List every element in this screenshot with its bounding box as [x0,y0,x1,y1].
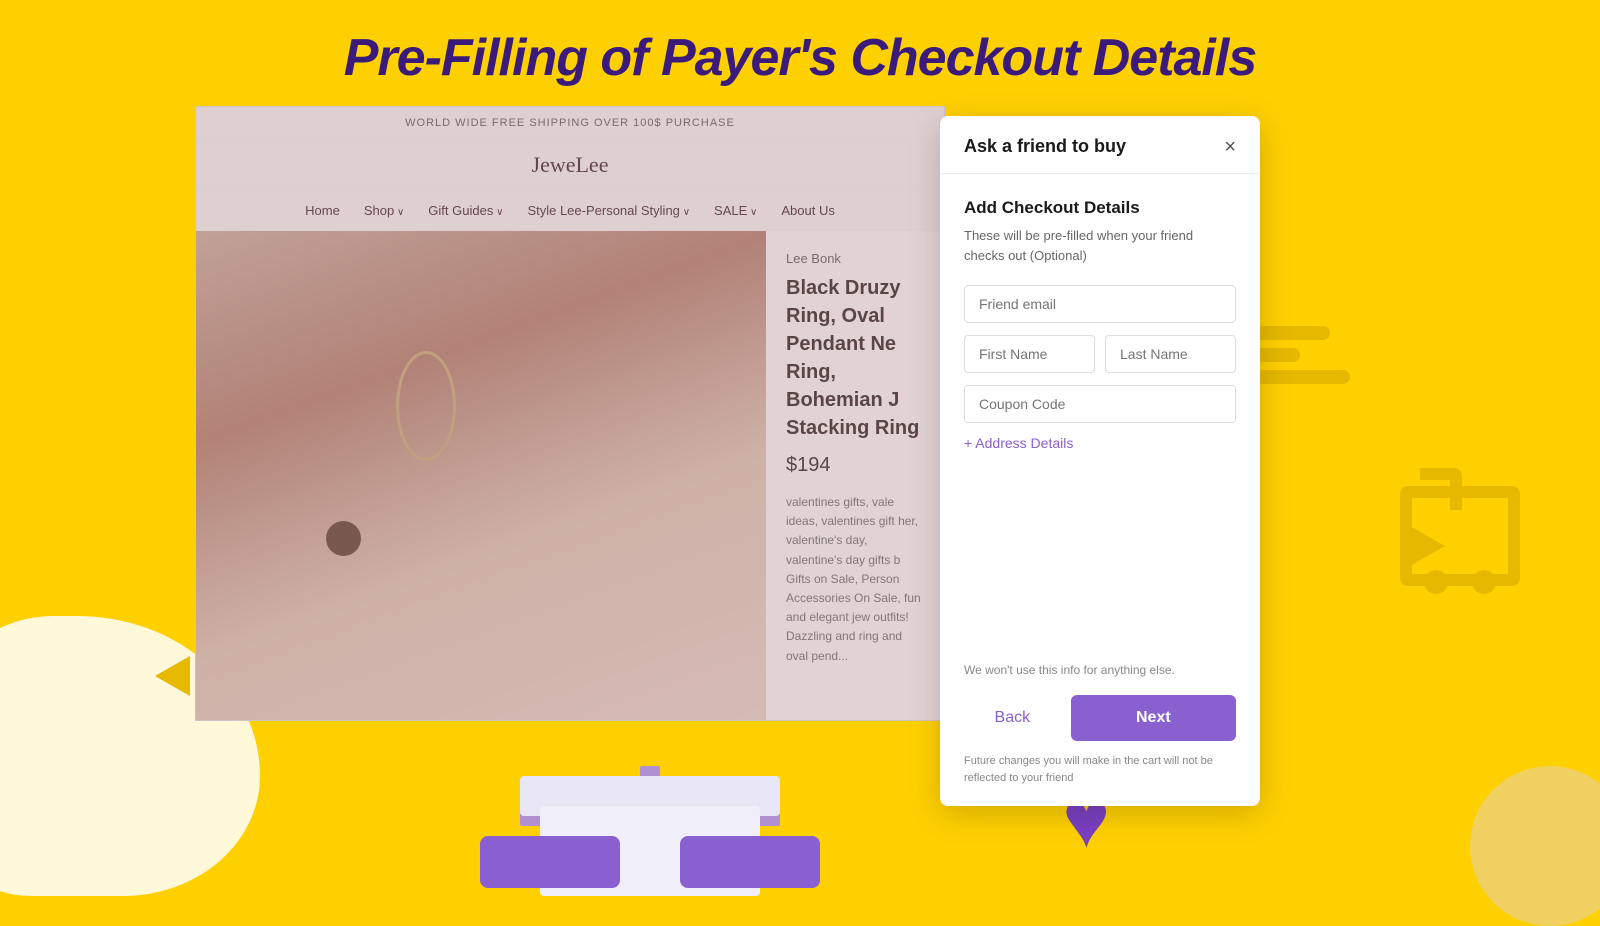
shop-banner: WORLD WIDE FREE SHIPPING OVER 100$ PURCH… [196,107,944,140]
cart-body [1400,486,1520,586]
friend-email-group [964,285,1236,323]
product-title: Black Druzy Ring, Oval Pendant Ne Ring, … [786,274,924,442]
nav-about: About Us [781,203,834,218]
name-row [964,335,1236,373]
nav-shop: Shop [364,203,404,218]
deco-gift-button-1 [480,836,620,888]
back-button[interactable]: Back [964,695,1061,741]
privacy-note: We won't use this info for anything else… [964,662,1236,679]
modal-footer: We won't use this info for anything else… [940,662,1260,806]
modal-close-button[interactable]: × [1224,137,1236,157]
nav-gift-guides: Gift Guides [428,203,503,218]
shop-nav: Home Shop Gift Guides Style Lee-Personal… [196,191,944,231]
deco-arrow-left [155,656,190,696]
jewelry-oval [396,351,456,461]
deco-circle-br [1470,766,1600,926]
modal-header: Ask a friend to buy × [940,116,1260,174]
deco-cart [1400,486,1520,586]
section-subtitle: These will be pre-filled when your frien… [964,226,1236,265]
nav-style-lee: Style Lee-Personal Styling [527,203,690,218]
page-title: Pre-Filling of Payer's Checkout Details [0,0,1600,106]
product-brand: Lee Bonk [786,251,924,266]
first-name-input[interactable] [964,335,1095,373]
shop-screenshot: WORLD WIDE FREE SHIPPING OVER 100$ PURCH… [195,106,945,721]
nav-home: Home [305,203,340,218]
deco-gift-button-2 [680,836,820,888]
product-description: valentines gifts, vale ideas, valentines… [786,493,924,666]
main-content: WORLD WIDE FREE SHIPPING OVER 100$ PURCH… [0,106,1600,896]
shop-product-area: Lee Bonk Black Druzy Ring, Oval Pendant … [196,231,944,721]
modal-title: Ask a friend to buy [964,136,1126,157]
jewelry-circle [326,521,361,556]
section-title: Add Checkout Details [964,198,1236,218]
friend-email-input[interactable] [964,285,1236,323]
future-changes-note: Future changes you will make in the cart… [964,753,1236,786]
shop-logo: JeweLee [196,140,944,191]
next-button[interactable]: Next [1071,695,1236,741]
nav-sale: SALE [714,203,757,218]
checkout-modal: Ask a friend to buy × Add Checkout Detai… [940,116,1260,806]
cart-wheel-right [1472,570,1496,594]
address-toggle[interactable]: + Address Details [964,435,1236,451]
coupon-code-group [964,385,1236,423]
coupon-code-input[interactable] [964,385,1236,423]
button-row: Back Next [964,695,1236,741]
modal-body: Add Checkout Details These will be pre-f… [940,174,1260,662]
shop-product-image [196,231,766,721]
jewelry-background [196,231,766,721]
shop-product-info: Lee Bonk Black Druzy Ring, Oval Pendant … [766,231,944,721]
last-name-input[interactable] [1105,335,1236,373]
product-price: $194 [786,454,924,477]
cart-wheel-left [1424,570,1448,594]
